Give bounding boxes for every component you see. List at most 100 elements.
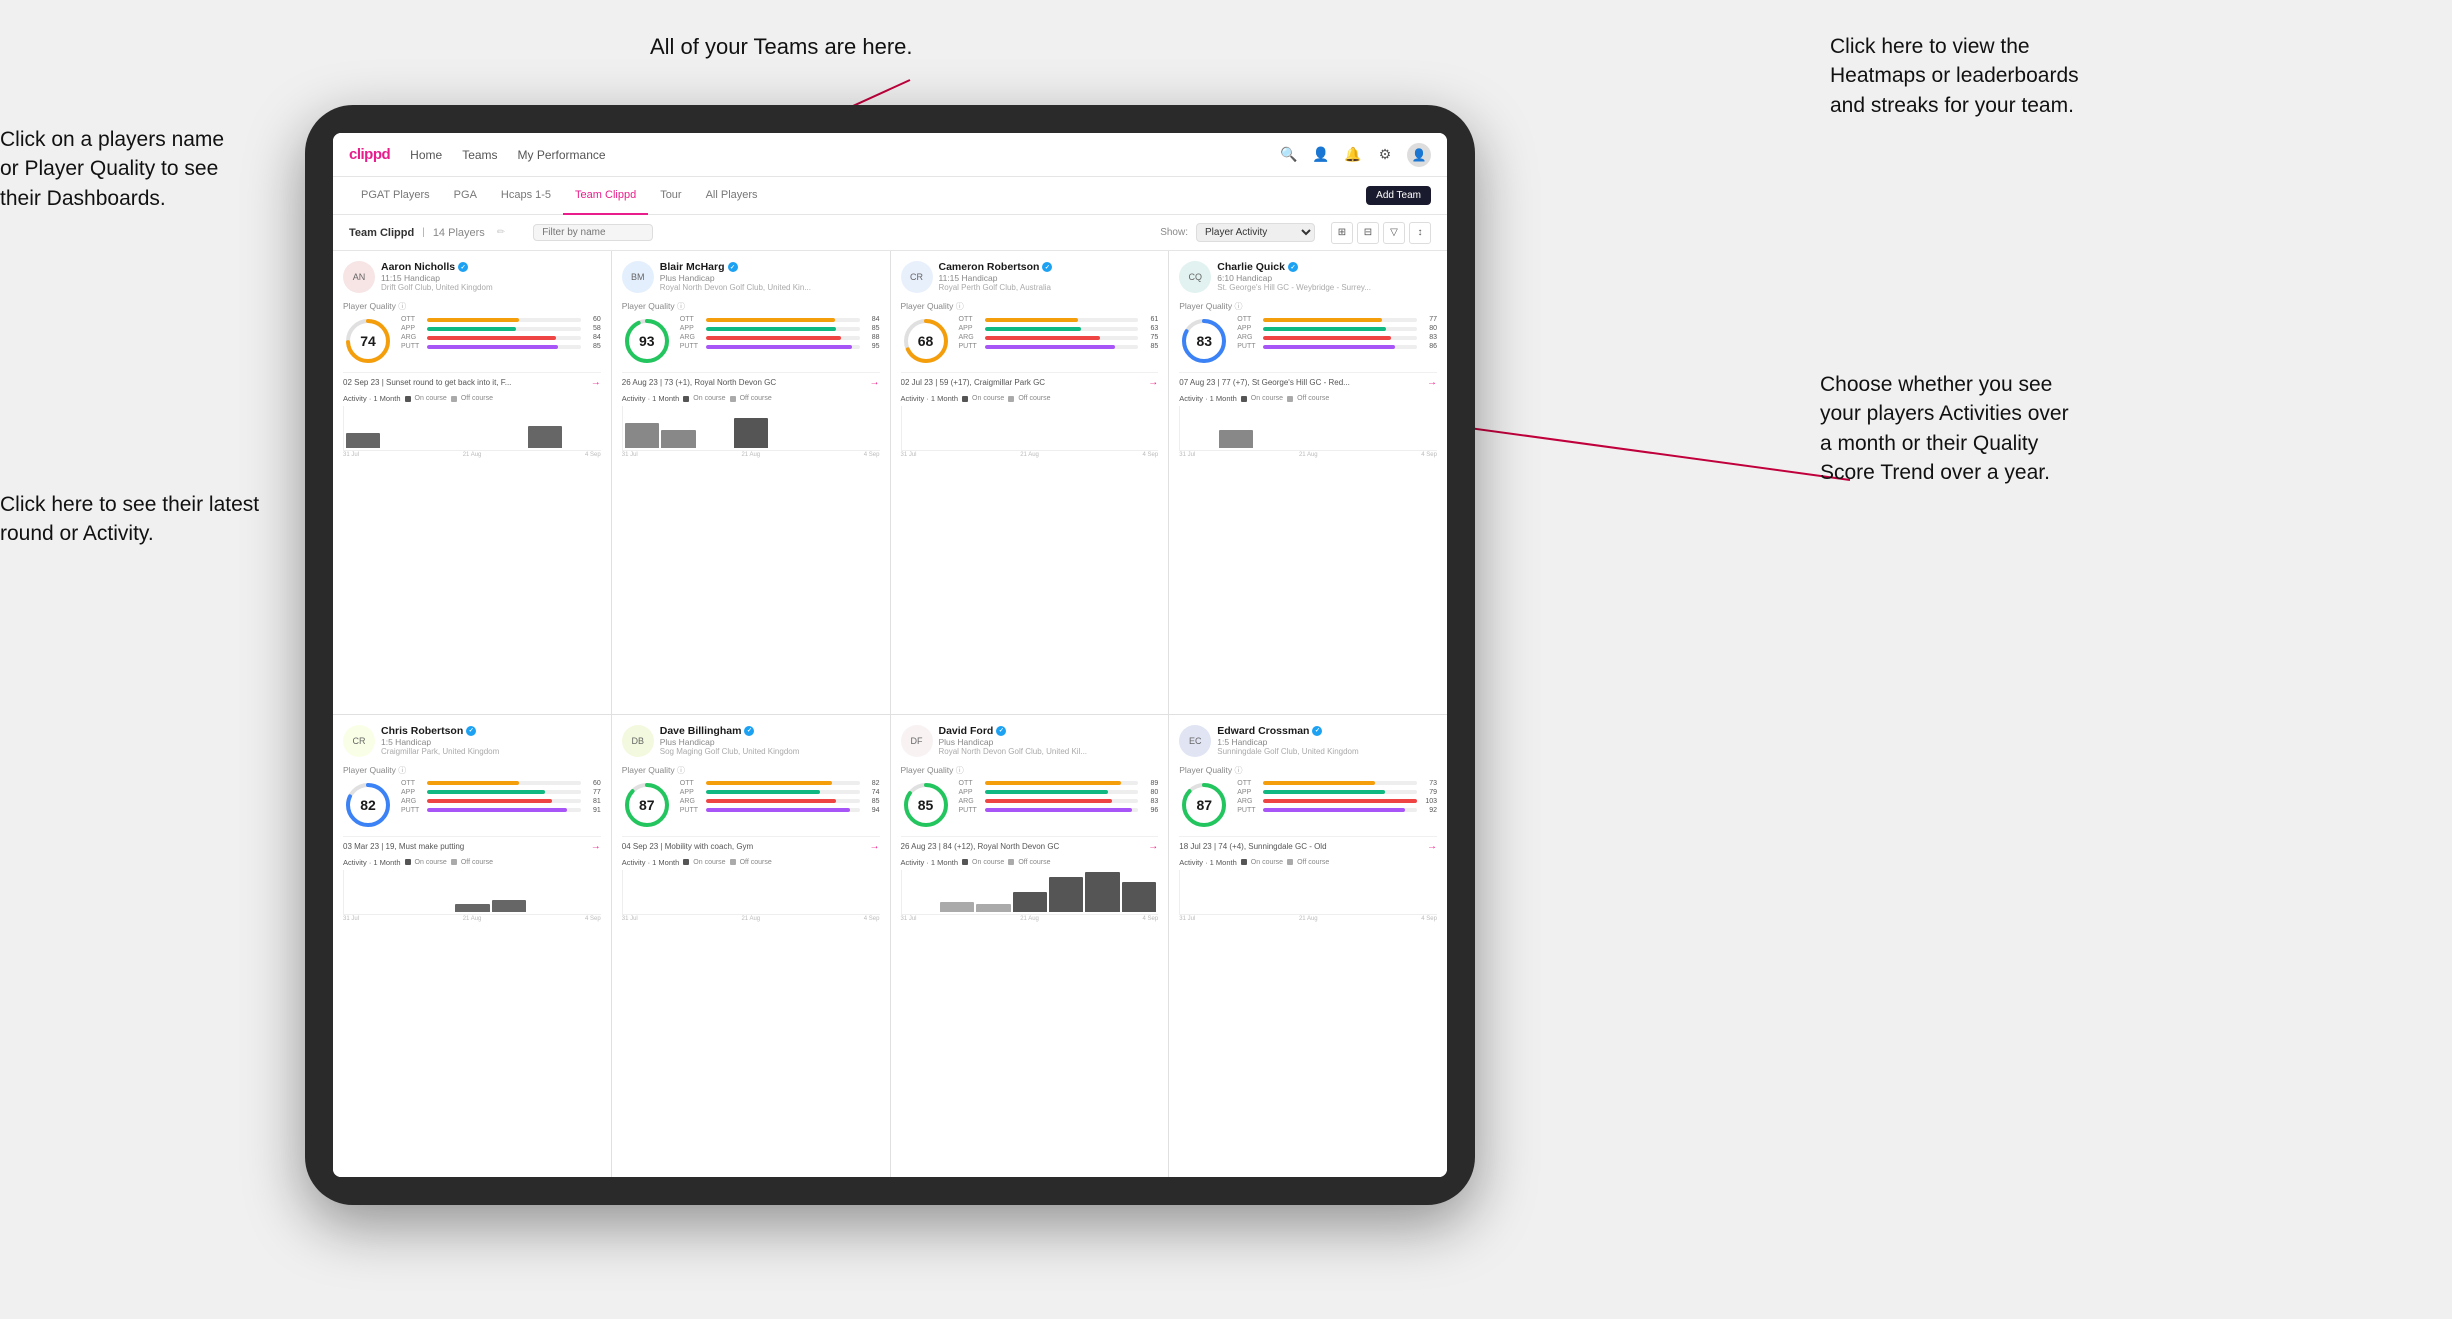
chart-labels: 31 Jul 21 Aug 4 Sep — [901, 452, 1159, 458]
player-name[interactable]: David Ford ✓ — [939, 725, 1159, 737]
avatar: AN — [343, 261, 375, 293]
activity-section: Activity · 1 Month On course Off course … — [622, 858, 880, 922]
tab-hcaps[interactable]: Hcaps 1-5 — [489, 177, 563, 215]
player-club: Craigmillar Park, United Kingdom — [381, 747, 601, 756]
chart-area — [1179, 406, 1437, 451]
player-card[interactable]: CR Chris Robertson ✓ 1:5 Handicap Craigm… — [333, 715, 611, 1178]
player-card[interactable]: CQ Charlie Quick ✓ 6:10 Handicap St. Geo… — [1169, 251, 1447, 714]
grid-view-icon[interactable]: ⊞ — [1331, 222, 1353, 244]
stat-row: ARG 83 — [959, 798, 1159, 805]
player-header: CR Chris Robertson ✓ 1:5 Handicap Craigm… — [343, 725, 601, 757]
tab-tour[interactable]: Tour — [648, 177, 693, 215]
activity-section: Activity · 1 Month On course Off course … — [901, 394, 1159, 458]
chart-area — [343, 406, 601, 451]
tab-all-players[interactable]: All Players — [694, 177, 770, 215]
quality-ring[interactable]: 68 — [901, 316, 951, 366]
player-card[interactable]: EC Edward Crossman ✓ 1:5 Handicap Sunnin… — [1169, 715, 1447, 1178]
latest-round[interactable]: 26 Aug 23 | 84 (+12), Royal North Devon … — [901, 836, 1159, 852]
person-icon[interactable]: 👤 — [1311, 145, 1331, 165]
quality-label: Player Quality ⓘ — [622, 765, 880, 776]
player-card[interactable]: BM Blair McHarg ✓ Plus Handicap Royal No… — [612, 251, 890, 714]
tab-pga[interactable]: PGA — [442, 177, 489, 215]
quality-ring[interactable]: 74 — [343, 316, 393, 366]
player-name[interactable]: Chris Robertson ✓ — [381, 725, 601, 737]
nav-bar: clippd Home Teams My Performance 🔍 👤 🔔 ⚙… — [333, 133, 1447, 177]
label-sep: 4 Sep — [1421, 452, 1437, 458]
nav-teams[interactable]: Teams — [462, 148, 497, 162]
stats-bars: OTT 82 APP 74 ARG — [680, 780, 880, 830]
quality-score: 74 — [360, 333, 376, 349]
round-arrow: → — [591, 377, 601, 388]
avatar: CR — [901, 261, 933, 293]
player-card[interactable]: DB Dave Billingham ✓ Plus Handicap Sog M… — [612, 715, 890, 1178]
quality-ring[interactable]: 85 — [901, 780, 951, 830]
quality-section: 68 OTT 61 APP 63 — [901, 316, 1159, 366]
player-name[interactable]: Blair McHarg ✓ — [660, 261, 880, 273]
latest-round[interactable]: 07 Aug 23 | 77 (+7), St George's Hill GC… — [1179, 372, 1437, 388]
label-jul: 31 Jul — [622, 916, 638, 922]
label-aug: 21 Aug — [1299, 452, 1318, 458]
activity-title-text: Activity · 1 Month — [1179, 858, 1237, 867]
quality-ring[interactable]: 83 — [1179, 316, 1229, 366]
activity-title-text: Activity · 1 Month — [901, 394, 959, 403]
add-team-button[interactable]: Add Team — [1366, 186, 1431, 205]
player-name[interactable]: Cameron Robertson ✓ — [939, 261, 1159, 273]
activities-annotation: Choose whether you seeyour players Activ… — [1820, 370, 2069, 488]
round-arrow: → — [1427, 377, 1437, 388]
tab-pgat[interactable]: PGAT Players — [349, 177, 442, 215]
latest-round[interactable]: 18 Jul 23 | 74 (+4), Sunningdale GC - Ol… — [1179, 836, 1437, 852]
activity-select[interactable]: Player Activity Quality Score Trend — [1196, 223, 1315, 242]
quality-score: 85 — [918, 797, 934, 813]
player-name[interactable]: Aaron Nicholls ✓ — [381, 261, 601, 273]
label-sep: 4 Sep — [585, 452, 601, 458]
quality-ring[interactable]: 82 — [343, 780, 393, 830]
bell-icon[interactable]: 🔔 — [1343, 145, 1363, 165]
player-card[interactable]: DF David Ford ✓ Plus Handicap Royal Nort… — [891, 715, 1169, 1178]
stat-row: PUTT 96 — [959, 807, 1159, 814]
player-name[interactable]: Edward Crossman ✓ — [1217, 725, 1437, 737]
ipad-shell: clippd Home Teams My Performance 🔍 👤 🔔 ⚙… — [305, 105, 1475, 1205]
latest-round[interactable]: 04 Sep 23 | Mobility with coach, Gym → — [622, 836, 880, 852]
nav-home[interactable]: Home — [410, 148, 442, 162]
activity-section: Activity · 1 Month On course Off course … — [343, 858, 601, 922]
latest-round[interactable]: 02 Sep 23 | Sunset round to get back int… — [343, 372, 601, 388]
stat-row: OTT 60 — [401, 780, 601, 787]
quality-section: 83 OTT 77 APP 80 — [1179, 316, 1437, 366]
activity-title-text: Activity · 1 Month — [622, 858, 680, 867]
nav-my-performance[interactable]: My Performance — [518, 148, 606, 162]
player-name[interactable]: Charlie Quick ✓ — [1217, 261, 1437, 273]
filter-icon[interactable]: ▽ — [1383, 222, 1405, 244]
activity-title-text: Activity · 1 Month — [343, 858, 401, 867]
filter-input[interactable] — [533, 224, 653, 241]
quality-ring[interactable]: 87 — [1179, 780, 1229, 830]
off-course-label: Off course — [461, 859, 493, 866]
avatar-icon[interactable]: 👤 — [1407, 143, 1431, 167]
tab-team-clippd[interactable]: Team Clippd — [563, 177, 648, 215]
latest-round[interactable]: 03 Mar 23 | 19, Must make putting → — [343, 836, 601, 852]
stat-row: OTT 77 — [1237, 316, 1437, 323]
quality-ring[interactable]: 87 — [622, 780, 672, 830]
off-course-dot — [1008, 859, 1014, 865]
list-view-icon[interactable]: ⊟ — [1357, 222, 1379, 244]
stat-row: ARG 81 — [401, 798, 601, 805]
stats-bars: OTT 61 APP 63 ARG — [959, 316, 1159, 366]
stat-row: PUTT 85 — [401, 343, 601, 350]
round-text: 04 Sep 23 | Mobility with coach, Gym — [622, 842, 753, 851]
stat-row: PUTT 94 — [680, 807, 880, 814]
activity-title-text: Activity · 1 Month — [343, 394, 401, 403]
latest-round[interactable]: 02 Jul 23 | 59 (+17), Craigmillar Park G… — [901, 372, 1159, 388]
stat-row: APP 80 — [1237, 325, 1437, 332]
activity-legend: Activity · 1 Month On course Off course — [901, 394, 1159, 403]
teams-annotation: All of your Teams are here. — [650, 32, 913, 63]
stat-row: PUTT 86 — [1237, 343, 1437, 350]
player-name[interactable]: Dave Billingham ✓ — [660, 725, 880, 737]
quality-ring[interactable]: 93 — [622, 316, 672, 366]
latest-round[interactable]: 26 Aug 23 | 73 (+1), Royal North Devon G… — [622, 372, 880, 388]
player-card[interactable]: AN Aaron Nicholls ✓ 11:15 Handicap Drift… — [333, 251, 611, 714]
player-card[interactable]: CR Cameron Robertson ✓ 11:15 Handicap Ro… — [891, 251, 1169, 714]
sort-icon[interactable]: ↕ — [1409, 222, 1431, 244]
label-jul: 31 Jul — [901, 452, 917, 458]
on-course-dot — [405, 859, 411, 865]
search-icon[interactable]: 🔍 — [1279, 145, 1299, 165]
settings-icon[interactable]: ⚙ — [1375, 145, 1395, 165]
